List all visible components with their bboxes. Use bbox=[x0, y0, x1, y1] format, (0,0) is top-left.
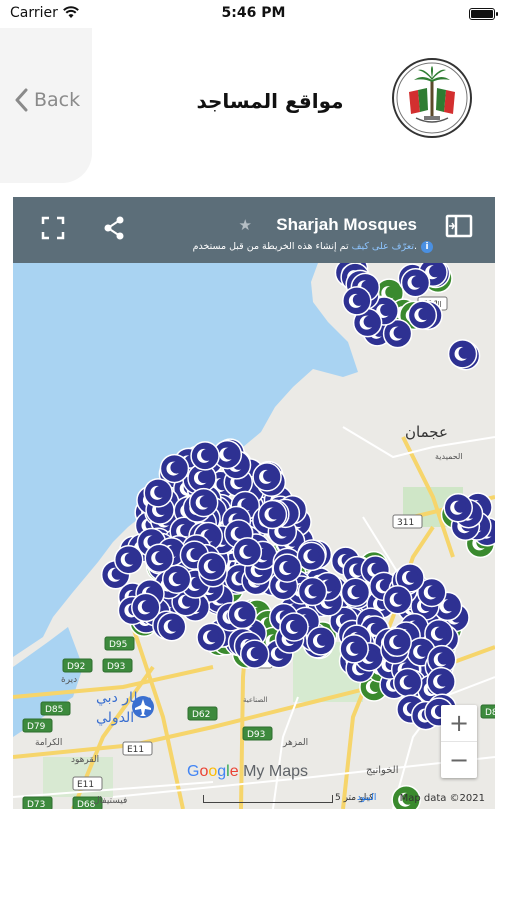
emblem-logo bbox=[392, 58, 472, 138]
mosque-marker[interactable] bbox=[197, 551, 227, 582]
mosque-marker[interactable] bbox=[156, 611, 187, 642]
label-hamidiya: الحميدية bbox=[435, 452, 463, 461]
zoom-out-button[interactable]: − bbox=[441, 741, 477, 777]
mosque-marker[interactable] bbox=[159, 453, 190, 484]
map-footer: 5 كيلو متر البنود Map data ©2021 bbox=[13, 791, 495, 809]
label-dubai-airport-2: الدولي bbox=[96, 710, 134, 726]
star-icon[interactable]: ★ bbox=[239, 216, 252, 234]
mosque-marker[interactable] bbox=[306, 626, 336, 656]
share-icon[interactable] bbox=[103, 216, 125, 244]
road-shield-label: D62 bbox=[192, 710, 210, 720]
road-shield-label: D92 bbox=[67, 662, 85, 672]
scale-bar bbox=[203, 795, 333, 803]
mosque-marker[interactable] bbox=[144, 543, 174, 573]
road-shield-label: D93 bbox=[247, 730, 265, 740]
mosque-marker[interactable] bbox=[447, 339, 478, 369]
side-panel-icon[interactable] bbox=[445, 214, 473, 242]
back-label: Back bbox=[34, 89, 81, 111]
info-icon[interactable]: i bbox=[421, 241, 433, 253]
label-deira: ديرة bbox=[61, 675, 77, 685]
mosque-marker[interactable] bbox=[340, 577, 371, 607]
mosque-marker[interactable] bbox=[342, 286, 372, 316]
mosque-marker[interactable] bbox=[339, 634, 369, 664]
battery-icon bbox=[469, 8, 498, 20]
embedded-map[interactable]: D95D92D93D85D79D62D93D73D68311311E11E11E… bbox=[13, 197, 495, 809]
label-sinaiya: الصناعية bbox=[243, 696, 267, 704]
mosque-marker[interactable] bbox=[392, 667, 423, 698]
road-shield-label: D79 bbox=[27, 722, 46, 732]
mosque-marker[interactable] bbox=[400, 268, 431, 298]
fullscreen-icon[interactable] bbox=[41, 216, 65, 244]
label-garhoud: القرهود bbox=[71, 755, 99, 765]
zoom-controls: + − bbox=[441, 705, 477, 778]
road-shield-label: E11 bbox=[127, 745, 144, 755]
my-maps-label: My Maps bbox=[243, 763, 308, 780]
mosque-marker[interactable] bbox=[272, 553, 302, 583]
mosque-marker[interactable] bbox=[407, 300, 438, 330]
road-shield-label: D89 bbox=[485, 708, 495, 718]
label-ajman: عجمان bbox=[405, 423, 448, 441]
mosque-marker[interactable] bbox=[196, 622, 226, 653]
mosque-marker[interactable] bbox=[443, 493, 473, 523]
mosque-marker[interactable] bbox=[190, 441, 220, 471]
mosque-marker[interactable] bbox=[131, 592, 161, 623]
label-karama: الكرامة bbox=[35, 738, 62, 748]
page-title: مواقع المساجد bbox=[196, 89, 344, 113]
map-header: ★ Sharjah Mosques تعرّف على كيف تم إنشاء… bbox=[13, 197, 495, 263]
mosque-marker[interactable] bbox=[382, 585, 413, 615]
mosque-marker[interactable] bbox=[113, 544, 144, 575]
back-button[interactable]: Back bbox=[14, 88, 80, 112]
zoom-in-button[interactable]: + bbox=[441, 705, 477, 741]
mosque-marker[interactable] bbox=[143, 478, 173, 508]
mosque-marker[interactable] bbox=[232, 537, 263, 567]
map-canvas[interactable]: D95D92D93D85D79D62D93D73D68311311E11E11E… bbox=[13, 197, 495, 809]
mosque-marker[interactable] bbox=[279, 612, 309, 642]
label-mizhar: المزهر bbox=[282, 738, 308, 748]
terms-link[interactable]: البنود bbox=[357, 793, 376, 803]
mosque-marker[interactable] bbox=[382, 627, 412, 657]
status-bar: Carrier 5:46 PM bbox=[0, 0, 507, 28]
mosque-marker[interactable] bbox=[426, 666, 456, 697]
label-khawaneej: الخوانيج bbox=[366, 765, 398, 776]
mosque-marker[interactable] bbox=[297, 576, 328, 607]
mosque-marker[interactable] bbox=[188, 487, 219, 518]
mosque-marker[interactable] bbox=[252, 462, 282, 492]
road-shield-label: 311 bbox=[397, 518, 414, 528]
google-my-maps-logo: Google My Maps bbox=[187, 763, 308, 780]
chevron-left-icon bbox=[15, 88, 28, 112]
airport-icon bbox=[132, 696, 154, 718]
road-shield-label: D93 bbox=[107, 662, 125, 672]
road-shield-label: E11 bbox=[77, 780, 94, 790]
mosque-marker[interactable] bbox=[239, 639, 270, 669]
mosque-marker[interactable] bbox=[227, 599, 257, 630]
mosque-marker[interactable] bbox=[257, 499, 288, 530]
road-shield-label: D95 bbox=[109, 640, 127, 650]
map-subtitle: تعرّف على كيف تم إنشاء هذه الخريطة من قب… bbox=[193, 241, 417, 252]
map-title[interactable]: Sharjah Mosques bbox=[276, 215, 417, 235]
road-shield-label: D85 bbox=[45, 705, 63, 715]
clock: 5:46 PM bbox=[221, 5, 286, 21]
map-attribution: Map data ©2021 bbox=[399, 793, 485, 804]
learn-more-link[interactable]: تعرّف على كيف bbox=[352, 241, 414, 252]
